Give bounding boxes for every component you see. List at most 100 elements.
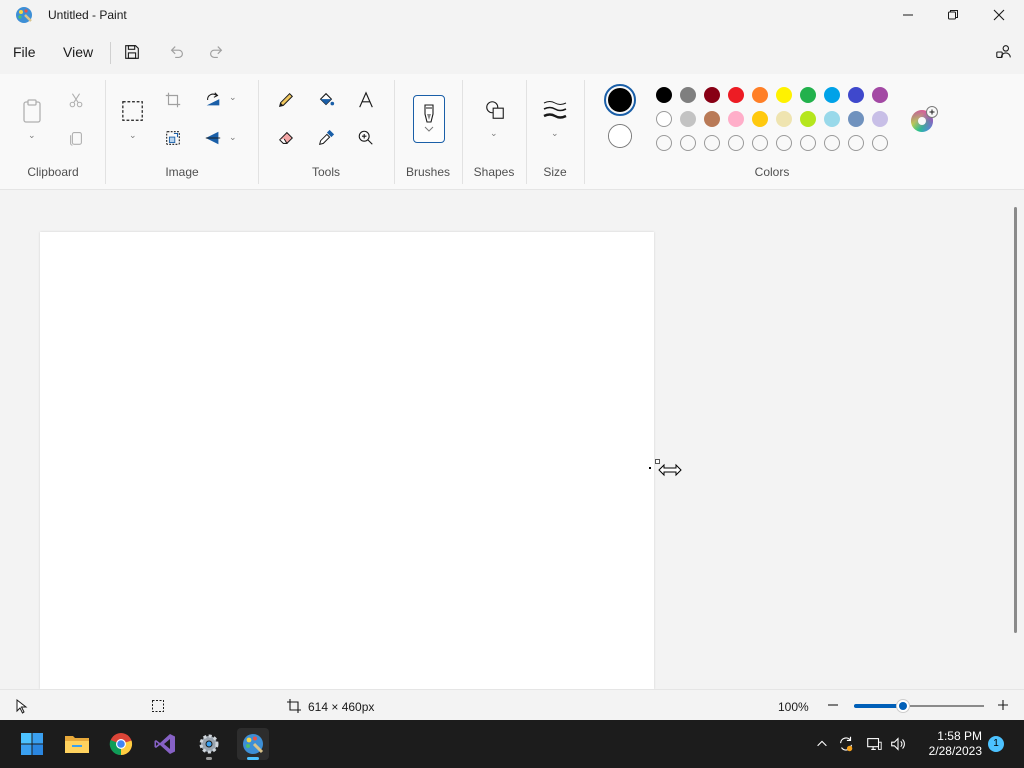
- palette-color-swatch[interactable]: [848, 111, 864, 127]
- palette-color-swatch[interactable]: [800, 87, 816, 103]
- brushes-button[interactable]: [413, 95, 445, 143]
- close-button[interactable]: [976, 0, 1022, 30]
- fill-tool-button[interactable]: [316, 90, 336, 110]
- minimize-icon: [903, 14, 913, 16]
- eraser-tool-button[interactable]: [276, 128, 296, 148]
- sync-status-button[interactable]: [836, 734, 856, 754]
- taskbar-chrome[interactable]: [105, 728, 137, 760]
- shapes-dropdown-chevron-icon[interactable]: ⌄: [490, 128, 498, 139]
- network-button[interactable]: [864, 734, 884, 754]
- canvas-pixel-mark: [649, 467, 651, 469]
- pencil-tool-button[interactable]: [276, 90, 296, 110]
- custom-color-slot[interactable]: [824, 135, 840, 151]
- crop-button[interactable]: [163, 90, 183, 110]
- palette-color-swatch[interactable]: [848, 87, 864, 103]
- palette-color-swatch[interactable]: [776, 111, 792, 127]
- copy-icon: [70, 132, 82, 146]
- cut-button[interactable]: [66, 90, 86, 110]
- save-button[interactable]: [122, 42, 142, 62]
- custom-color-slot[interactable]: [752, 135, 768, 151]
- canvas-size-icon: [287, 699, 301, 718]
- palette-color-swatch[interactable]: [776, 87, 792, 103]
- taskbar-file-explorer[interactable]: [61, 728, 93, 760]
- custom-color-slot[interactable]: [728, 135, 744, 151]
- custom-color-slot[interactable]: [848, 135, 864, 151]
- palette-color-swatch[interactable]: [824, 87, 840, 103]
- zoom-in-button[interactable]: [996, 698, 1010, 712]
- taskbar-clock[interactable]: 1:58 PM 2/28/2023: [910, 729, 982, 759]
- palette-color-swatch[interactable]: [872, 111, 888, 127]
- magnifier-icon: [358, 130, 373, 145]
- palette-color-swatch[interactable]: [656, 87, 672, 103]
- size-button[interactable]: [542, 98, 568, 122]
- zoom-slider-thumb[interactable]: [896, 699, 911, 713]
- notification-badge[interactable]: 1: [988, 736, 1004, 752]
- copy-button[interactable]: [66, 128, 86, 148]
- horizontal-resize-cursor-icon: [658, 463, 682, 477]
- secondary-color-button[interactable]: [608, 124, 632, 148]
- palette-color-swatch[interactable]: [752, 111, 768, 127]
- paste-button[interactable]: [21, 98, 43, 124]
- magnifier-tool-button[interactable]: [356, 128, 376, 148]
- rotate-dropdown-chevron-icon[interactable]: ⌄: [229, 92, 237, 103]
- palette-color-swatch[interactable]: [824, 111, 840, 127]
- restore-icon: [948, 10, 958, 20]
- shapes-button[interactable]: [483, 98, 507, 122]
- flip-icon: [205, 131, 221, 145]
- paste-dropdown-chevron-icon[interactable]: ⌄: [28, 130, 36, 141]
- active-app-indicator: [247, 757, 259, 760]
- taskbar-settings[interactable]: [193, 728, 225, 760]
- restore-button[interactable]: [930, 0, 976, 30]
- custom-color-slot[interactable]: [680, 135, 696, 151]
- palette-color-swatch[interactable]: [800, 111, 816, 127]
- file-menu[interactable]: File: [13, 44, 36, 60]
- palette-color-swatch[interactable]: [728, 111, 744, 127]
- rotate-button[interactable]: [203, 90, 223, 110]
- volume-button[interactable]: [888, 734, 908, 754]
- vertical-scrollbar[interactable]: [1014, 207, 1017, 633]
- flip-dropdown-chevron-icon[interactable]: ⌄: [229, 132, 237, 143]
- ribbon-toolbar: ⌄ Clipboard ⌄ ⌄ ⌄ Image Tools Brushes ⌄ …: [0, 74, 1024, 190]
- flip-button[interactable]: [203, 128, 223, 148]
- drawing-canvas[interactable]: [40, 232, 654, 689]
- select-dropdown-chevron-icon[interactable]: ⌄: [129, 130, 137, 141]
- undo-button[interactable]: [167, 42, 187, 62]
- account-button[interactable]: [994, 42, 1014, 62]
- text-tool-button[interactable]: [356, 90, 376, 110]
- selection-size-icon: [151, 699, 165, 718]
- line-size-icon: [543, 101, 567, 119]
- palette-color-swatch[interactable]: [680, 87, 696, 103]
- redo-button[interactable]: [206, 42, 226, 62]
- start-button[interactable]: [16, 728, 48, 760]
- zoom-out-button[interactable]: [826, 698, 840, 712]
- show-hidden-icons-button[interactable]: [812, 734, 832, 754]
- view-menu[interactable]: View: [63, 44, 93, 60]
- palette-color-swatch[interactable]: [872, 87, 888, 103]
- palette-color-swatch[interactable]: [704, 111, 720, 127]
- pointer-position-icon: [14, 698, 28, 719]
- taskbar-paint[interactable]: [237, 728, 269, 760]
- folder-icon: [65, 736, 89, 753]
- palette-color-swatch[interactable]: [728, 87, 744, 103]
- custom-color-slot[interactable]: [704, 135, 720, 151]
- minimize-button[interactable]: [885, 0, 931, 30]
- palette-color-swatch[interactable]: [752, 87, 768, 103]
- select-button[interactable]: [120, 98, 146, 124]
- primary-color-button[interactable]: [604, 84, 636, 116]
- palette-color-swatch[interactable]: [680, 111, 696, 127]
- custom-color-slot[interactable]: [656, 135, 672, 151]
- taskbar-visual-studio[interactable]: [149, 728, 181, 760]
- palette-color-swatch[interactable]: [656, 111, 672, 127]
- size-dropdown-chevron-icon[interactable]: ⌄: [551, 128, 559, 139]
- custom-color-slot[interactable]: [800, 135, 816, 151]
- status-bar: 614 × 460px 100%: [0, 689, 1024, 720]
- close-icon: [993, 9, 1005, 21]
- resize-button[interactable]: [163, 128, 183, 148]
- edit-colors-button[interactable]: [910, 106, 938, 134]
- color-picker-tool-button[interactable]: [316, 128, 336, 148]
- custom-color-slot[interactable]: [872, 135, 888, 151]
- custom-color-slot[interactable]: [776, 135, 792, 151]
- paint-app-icon: [15, 6, 33, 24]
- clock-time: 1:58 PM: [937, 729, 982, 743]
- palette-color-swatch[interactable]: [704, 87, 720, 103]
